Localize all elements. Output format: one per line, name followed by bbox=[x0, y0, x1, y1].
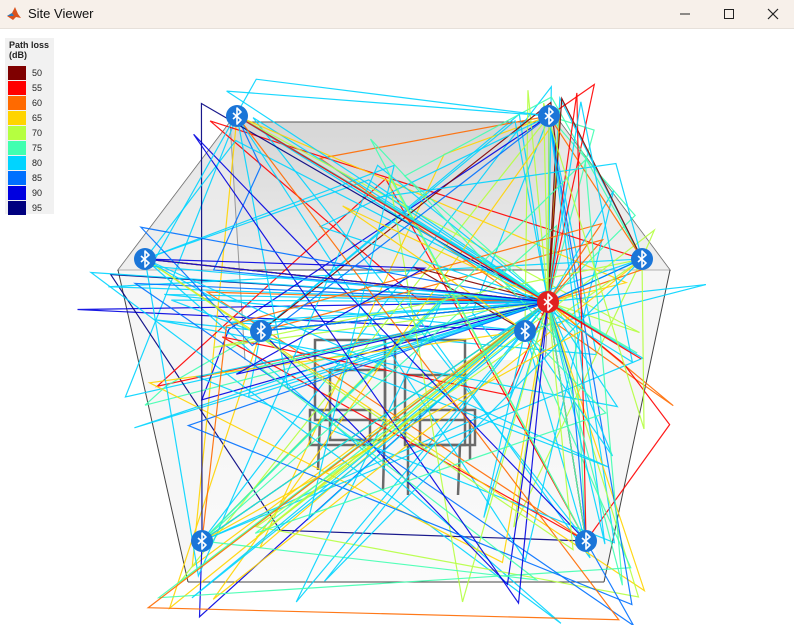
path-loss-legend: Path loss (dB) 50 55 60 65 70 75 80 85 9… bbox=[5, 38, 57, 216]
legend-label: 80 bbox=[32, 158, 43, 168]
matlab-icon bbox=[7, 7, 21, 20]
legend-swatch bbox=[8, 156, 26, 170]
legend-swatch bbox=[8, 171, 26, 185]
receiver-marker[interactable] bbox=[250, 320, 272, 342]
legend-swatch bbox=[8, 96, 26, 110]
legend-swatch bbox=[8, 66, 26, 80]
receiver-marker[interactable] bbox=[631, 248, 653, 270]
legend-swatch bbox=[8, 186, 26, 200]
legend-entry: 65 bbox=[8, 111, 54, 126]
minimize-icon bbox=[680, 13, 690, 15]
legend-entry: 60 bbox=[8, 96, 54, 111]
legend-label: 70 bbox=[32, 128, 43, 138]
legend-swatch bbox=[8, 201, 26, 215]
legend-entry: 70 bbox=[8, 126, 54, 141]
legend-entry: 90 bbox=[8, 186, 54, 201]
3d-viewport[interactable] bbox=[0, 30, 794, 625]
legend-entry: 85 bbox=[8, 171, 54, 186]
receiver-marker[interactable] bbox=[575, 530, 597, 552]
legend-label: 95 bbox=[32, 203, 43, 213]
receiver-marker[interactable] bbox=[538, 105, 560, 127]
legend-swatch bbox=[8, 141, 26, 155]
maximize-icon bbox=[724, 9, 734, 19]
receiver-marker[interactable] bbox=[226, 105, 248, 127]
legend-swatch bbox=[8, 81, 26, 95]
legend-entry: 75 bbox=[8, 141, 54, 156]
receiver-marker[interactable] bbox=[514, 320, 536, 342]
legend-label: 75 bbox=[32, 143, 43, 153]
legend-label: 90 bbox=[32, 188, 43, 198]
legend-entry: 50 bbox=[8, 66, 54, 81]
legend-entry: 55 bbox=[8, 81, 54, 96]
transmitter-marker[interactable] bbox=[537, 291, 559, 313]
legend-label: 60 bbox=[32, 98, 43, 108]
window-title: Site Viewer bbox=[28, 6, 94, 21]
legend-entry: 95 bbox=[8, 201, 54, 216]
minimize-button[interactable] bbox=[662, 0, 708, 28]
receiver-marker[interactable] bbox=[191, 530, 213, 552]
legend-label: 50 bbox=[32, 68, 43, 78]
maximize-button[interactable] bbox=[706, 0, 752, 28]
legend-label: 85 bbox=[32, 173, 43, 183]
legend-label: 55 bbox=[32, 83, 43, 93]
legend-swatch bbox=[8, 111, 26, 125]
legend-swatch bbox=[8, 126, 26, 140]
legend-entry: 80 bbox=[8, 156, 54, 171]
legend-title-line1: Path loss bbox=[9, 40, 50, 50]
receiver-marker[interactable] bbox=[134, 248, 156, 270]
close-button[interactable] bbox=[750, 0, 794, 28]
scene-svg bbox=[77, 78, 707, 625]
legend-label: 65 bbox=[32, 113, 43, 123]
title-bar: Site Viewer bbox=[0, 0, 794, 29]
close-icon bbox=[767, 8, 779, 20]
legend-title-line2: (dB) bbox=[9, 50, 27, 60]
legend-title: Path loss (dB) bbox=[9, 40, 57, 60]
